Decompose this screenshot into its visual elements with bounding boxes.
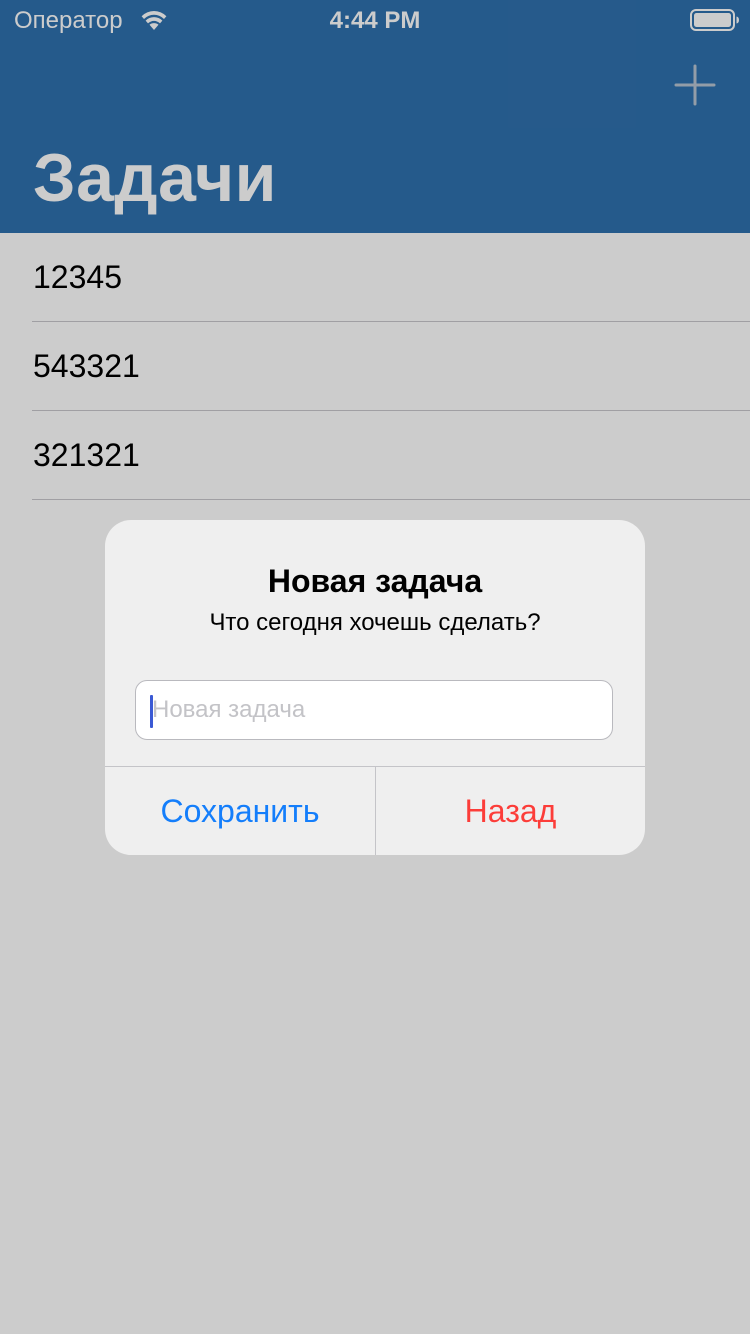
new-task-input[interactable] <box>152 681 602 739</box>
save-button[interactable]: Сохранить <box>105 767 375 855</box>
new-task-alert: Новая задача Что сегодня хочешь сделать?… <box>105 520 645 855</box>
new-task-field[interactable] <box>135 680 613 740</box>
app-screen: Оператор 4:44 PM Задачи 12345 543321 321… <box>0 0 750 1334</box>
alert-title: Новая задача <box>267 563 483 599</box>
alert-message: Что сегодня хочешь сделать? <box>209 609 541 636</box>
back-button[interactable]: Назад <box>376 767 645 855</box>
